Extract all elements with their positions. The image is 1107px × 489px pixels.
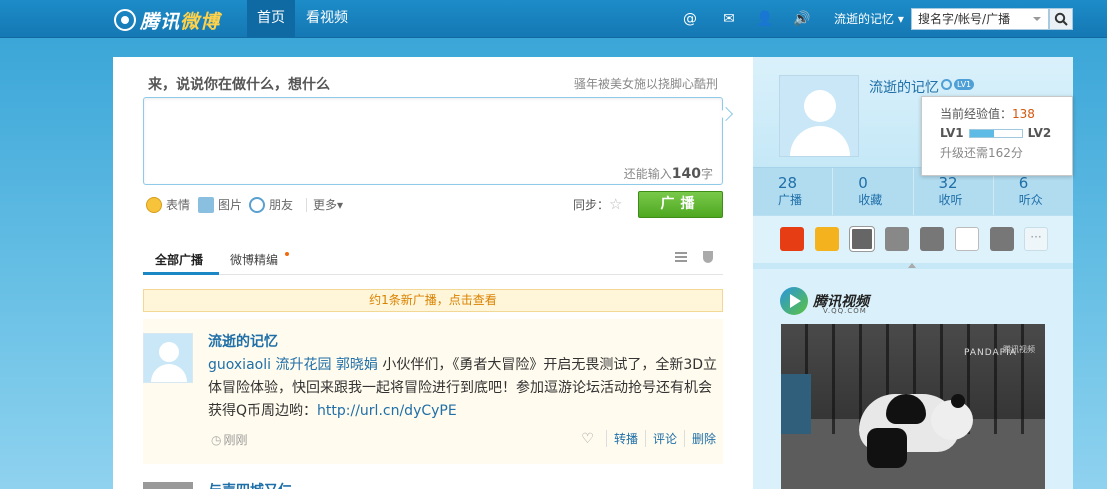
- composer-hot-topic-link[interactable]: 骚年被美女施以挠脚心酷刑: [574, 75, 718, 92]
- next-feed-avatar[interactable]: [143, 482, 193, 489]
- video-panel: 腾讯视频 V.QQ.COM PANDAPIA 腾讯视频: [753, 269, 1073, 489]
- char-count: 还能输入140字: [623, 166, 713, 182]
- stat-favorites[interactable]: 0 收藏: [832, 168, 912, 215]
- image-icon: [198, 197, 214, 213]
- profile-name[interactable]: 流逝的记忆: [869, 77, 939, 97]
- video-domain: V.QQ.COM: [823, 307, 867, 315]
- video-player[interactable]: PANDAPIA 腾讯视频: [781, 324, 1045, 489]
- logo-icon: [114, 9, 136, 31]
- feed-tabs: 全部广播 微博精编: [143, 247, 723, 275]
- tencent-weibo-logo[interactable]: 腾讯微博: [114, 8, 221, 33]
- mail-icon[interactable]: ✉: [720, 10, 738, 28]
- tool-divider: [306, 198, 307, 212]
- user-icon[interactable]: 👤: [756, 10, 774, 28]
- at-friend-icon: [249, 197, 265, 213]
- stat-broadcasts[interactable]: 28 广播: [753, 168, 832, 215]
- emoji-button[interactable]: 表情: [146, 196, 190, 214]
- music-app-icon[interactable]: [920, 227, 944, 251]
- image-button[interactable]: 图片: [198, 196, 242, 214]
- user-menu[interactable]: 流逝的记忆 ▾: [834, 10, 904, 27]
- mention-link[interactable]: guoxiaoli: [208, 357, 271, 373]
- mention-friend-button[interactable]: 朋友: [249, 196, 293, 214]
- more-tools-button[interactable]: 更多 ▾: [313, 196, 343, 214]
- video-watermark: 腾讯视频: [1003, 345, 1035, 354]
- app-shortcuts: ···: [753, 215, 1073, 263]
- search-input[interactable]: 搜名字/帐号/广播: [911, 8, 1049, 30]
- new-posts-notice[interactable]: 约1条新广播，点击查看: [143, 289, 723, 312]
- feed-item: 流逝的记忆 guoxiaoli 流升花园 郭晓娟 小伙伴们，《勇者大冒险》开启无…: [143, 319, 723, 464]
- chevron-down-icon: ▾: [897, 12, 904, 26]
- repost-button[interactable]: 转播: [605, 430, 645, 447]
- list-view-icon[interactable]: [675, 252, 687, 262]
- weiyun-app-icon[interactable]: [850, 227, 874, 251]
- avatar[interactable]: [143, 333, 193, 383]
- nav-video-tab[interactable]: 看视频: [296, 0, 358, 38]
- feed-actions: ♡ 转播 评论 删除: [581, 430, 723, 447]
- qq-icon: [941, 79, 952, 90]
- blank-app-icon[interactable]: [955, 227, 979, 251]
- level-badge[interactable]: LV1: [941, 79, 975, 90]
- mention-link-3[interactable]: 郭晓娟: [336, 357, 378, 373]
- collapse-arrow-icon[interactable]: [908, 263, 916, 268]
- remaining-exp: 升级还需162分: [940, 146, 1023, 160]
- honor-app-icon[interactable]: [780, 227, 804, 251]
- comment-button[interactable]: 评论: [644, 430, 684, 447]
- profile-avatar[interactable]: [779, 75, 859, 157]
- logo-text: 腾讯微博: [140, 10, 221, 33]
- game-app-icon[interactable]: [815, 227, 839, 251]
- shield-icon[interactable]: [703, 251, 713, 263]
- feed-timestamp[interactable]: 刚刚: [211, 431, 247, 448]
- user-menu-label: 流逝的记忆: [834, 12, 895, 26]
- heart-icon[interactable]: ♡: [581, 431, 594, 447]
- at-icon[interactable]: @: [681, 10, 699, 28]
- speaker-icon[interactable]: 🔊: [793, 10, 811, 28]
- chevron-down-icon: ▾: [337, 198, 344, 212]
- delete-button[interactable]: 删除: [683, 430, 723, 447]
- level-progress-row: LV1 LV2: [940, 126, 1052, 140]
- composer-title: 来，说说你在做什么，想什么: [148, 77, 330, 93]
- feed-author[interactable]: 流逝的记忆: [208, 331, 278, 351]
- feed-url-link[interactable]: http://url.cn/dyCyPE: [317, 403, 457, 419]
- main-column: 来，说说你在做什么，想什么 骚年被美女施以挠脚心酷刑 还能输入140字 表情 图…: [113, 57, 753, 489]
- sync-label: 同步：: [573, 198, 610, 212]
- smile-icon: [146, 197, 162, 213]
- tab-all-broadcasts[interactable]: 全部广播: [155, 251, 203, 268]
- nav-home-tab[interactable]: 首页: [247, 0, 295, 38]
- exp-row: 当前经验值：138: [940, 107, 1035, 121]
- star-icon[interactable]: ☆: [609, 196, 622, 212]
- search-icon: [1054, 12, 1068, 26]
- feed-text: guoxiaoli 流升花园 郭晓娟 小伙伴们，《勇者大冒险》开启无畏测试了，全…: [208, 354, 718, 423]
- top-navigation-bar: 腾讯微博 首页 看视频 @ ✉ 👤 🔊 流逝的记忆 ▾ 搜名字/帐号/广播: [0, 0, 1107, 38]
- mention-link-2[interactable]: 流升花园: [275, 357, 331, 373]
- robot-app-icon[interactable]: [885, 227, 909, 251]
- new-dot-badge: [285, 252, 289, 256]
- tab-editor-picks[interactable]: 微博精编: [230, 251, 278, 268]
- more-apps-button[interactable]: ···: [1024, 227, 1048, 251]
- post-button[interactable]: 广播: [638, 191, 723, 218]
- search-button[interactable]: [1049, 8, 1073, 30]
- play-icon: [780, 287, 808, 315]
- mobile-app-icon[interactable]: [990, 227, 1014, 251]
- level-popup: 当前经验值：138 LV1 LV2 升级还需162分: [921, 96, 1073, 176]
- level-progress-bar: [968, 128, 1023, 138]
- next-feed-author[interactable]: 与声四城又仁: [208, 480, 328, 489]
- active-tab-indicator: [143, 272, 219, 275]
